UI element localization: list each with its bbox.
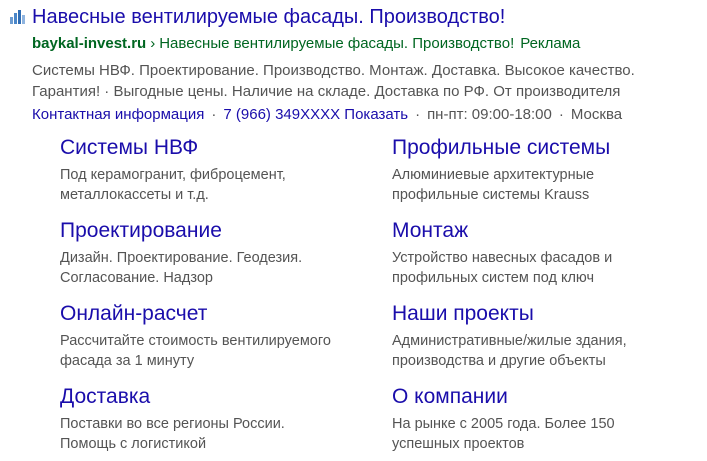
sitelink-description: Под керамогранит, фиброцемент, металлока… <box>60 165 360 205</box>
sitelink-description: На рынке с 2005 года. Более 150 успешных… <box>392 414 692 454</box>
city-label: Москва <box>570 106 623 123</box>
sitelink-description: Устройство навесных фасадов и профильных… <box>392 248 692 288</box>
sitelink-desc-line: Алюминиевые архитектурные <box>392 167 595 183</box>
sitelink-title[interactable]: Проектирование <box>60 218 360 244</box>
sitelink-desc-line: металлокассеты и т.д. <box>60 187 209 203</box>
sitelink-description: Алюминиевые архитектурные профильные сис… <box>392 165 692 205</box>
sitelink-desc-line: На рынке с 2005 года. Более 150 <box>392 416 615 432</box>
bar-chart-favicon-icon <box>9 8 26 25</box>
ad-contacts-row: Контактная информация · 7 (966) 349XXXX По… <box>32 106 622 124</box>
ad-domain-link[interactable]: baykal-invest.ru <box>32 35 146 52</box>
contact-info-link[interactable]: Контактная информация <box>32 106 204 123</box>
sitelink-description: Административные/жилые здания, производс… <box>392 331 692 371</box>
sitelink-title[interactable]: Наши проекты <box>392 301 692 327</box>
sitelink-projects: Наши проекты Административные/жилые здан… <box>392 301 692 371</box>
sitelink-desc-line: производства и другие объекты <box>392 353 606 369</box>
sitelink-description: Поставки во все регионы России. Помощь с… <box>60 414 360 454</box>
ad-title-link[interactable]: Навесные вентилируемые фасады. Производс… <box>32 5 505 29</box>
dot-separator: · <box>415 106 421 123</box>
sitelink-desc-line: профильных систем под ключ <box>392 270 595 286</box>
sitelink-online-calc: Онлайн-расчет Рассчитайте стоимость вент… <box>60 301 360 371</box>
sitelink-desc-line: Согласование. Надзор <box>60 270 213 286</box>
breadcrumb-separator: › <box>150 35 156 52</box>
sitelink-about: О компании На рынке с 2005 года. Более 1… <box>392 384 692 454</box>
sitelink-title[interactable]: Онлайн-расчет <box>60 301 360 327</box>
sitelink-delivery: Доставка Поставки во все регионы России.… <box>60 384 360 454</box>
sitelink-title[interactable]: Системы НВФ <box>60 135 360 161</box>
ad-url-row: baykal-invest.ru › Навесные вентилируемые … <box>32 35 580 53</box>
sitelink-design: Проектирование Дизайн. Проектирование. Г… <box>60 218 360 288</box>
sitelink-desc-line: Под керамогранит, фиброцемент, <box>60 167 286 183</box>
sitelink-desc-line: Поставки во все регионы России. <box>60 416 285 432</box>
sitelink-desc-line: Помощь с логистикой <box>60 436 207 452</box>
sitelink-desc-line: Административные/жилые здания, <box>392 333 627 349</box>
sitelink-desc-line: профильные системы Krauss <box>392 187 590 203</box>
sitelink-description: Рассчитайте стоимость вентилируемого фас… <box>60 331 360 371</box>
sitelink-title[interactable]: Монтаж <box>392 218 692 244</box>
sitelink-desc-line: Рассчитайте стоимость вентилируемого <box>60 333 331 349</box>
ad-label: Реклама <box>520 35 581 52</box>
ad-description: Системы НВФ. Проектирование. Производств… <box>32 60 702 102</box>
dot-separator: · <box>211 106 217 123</box>
ad-description-line: Системы НВФ. Проектирование. Производств… <box>32 62 635 79</box>
sitelink-installation: Монтаж Устройство навесных фасадов и про… <box>392 218 692 288</box>
sitelink-desc-line: успешных проектов <box>392 436 525 452</box>
sitelink-systems: Системы НВФ Под керамогранит, фиброцемен… <box>60 135 360 205</box>
ad-breadcrumb-link[interactable]: Навесные вентилируемые фасады. Производс… <box>159 35 514 52</box>
phone-number[interactable]: 7 (966) 349XXXX <box>223 106 340 123</box>
sitelink-title[interactable]: Доставка <box>60 384 360 410</box>
sitelink-title[interactable]: О компании <box>392 384 692 410</box>
sitelink-profile-systems: Профильные системы Алюминиевые архитекту… <box>392 135 692 205</box>
search-ad-result: Навесные вентилируемые фасады. Производс… <box>0 0 707 461</box>
dot-separator: · <box>558 106 564 123</box>
sitelink-desc-line: фасада за 1 минуту <box>60 353 195 369</box>
sitelink-title[interactable]: Профильные системы <box>392 135 692 161</box>
show-phone-link[interactable]: Показать <box>344 106 408 123</box>
working-hours: пн-пт: 09:00-18:00 <box>427 106 552 123</box>
sitelink-desc-line: Устройство навесных фасадов и <box>392 250 613 266</box>
sitelink-desc-line: Дизайн. Проектирование. Геодезия. <box>60 250 303 266</box>
sitelink-description: Дизайн. Проектирование. Геодезия. Соглас… <box>60 248 360 288</box>
ad-description-line: Гарантия! · Выгодные цены. Наличие на ск… <box>32 83 621 100</box>
